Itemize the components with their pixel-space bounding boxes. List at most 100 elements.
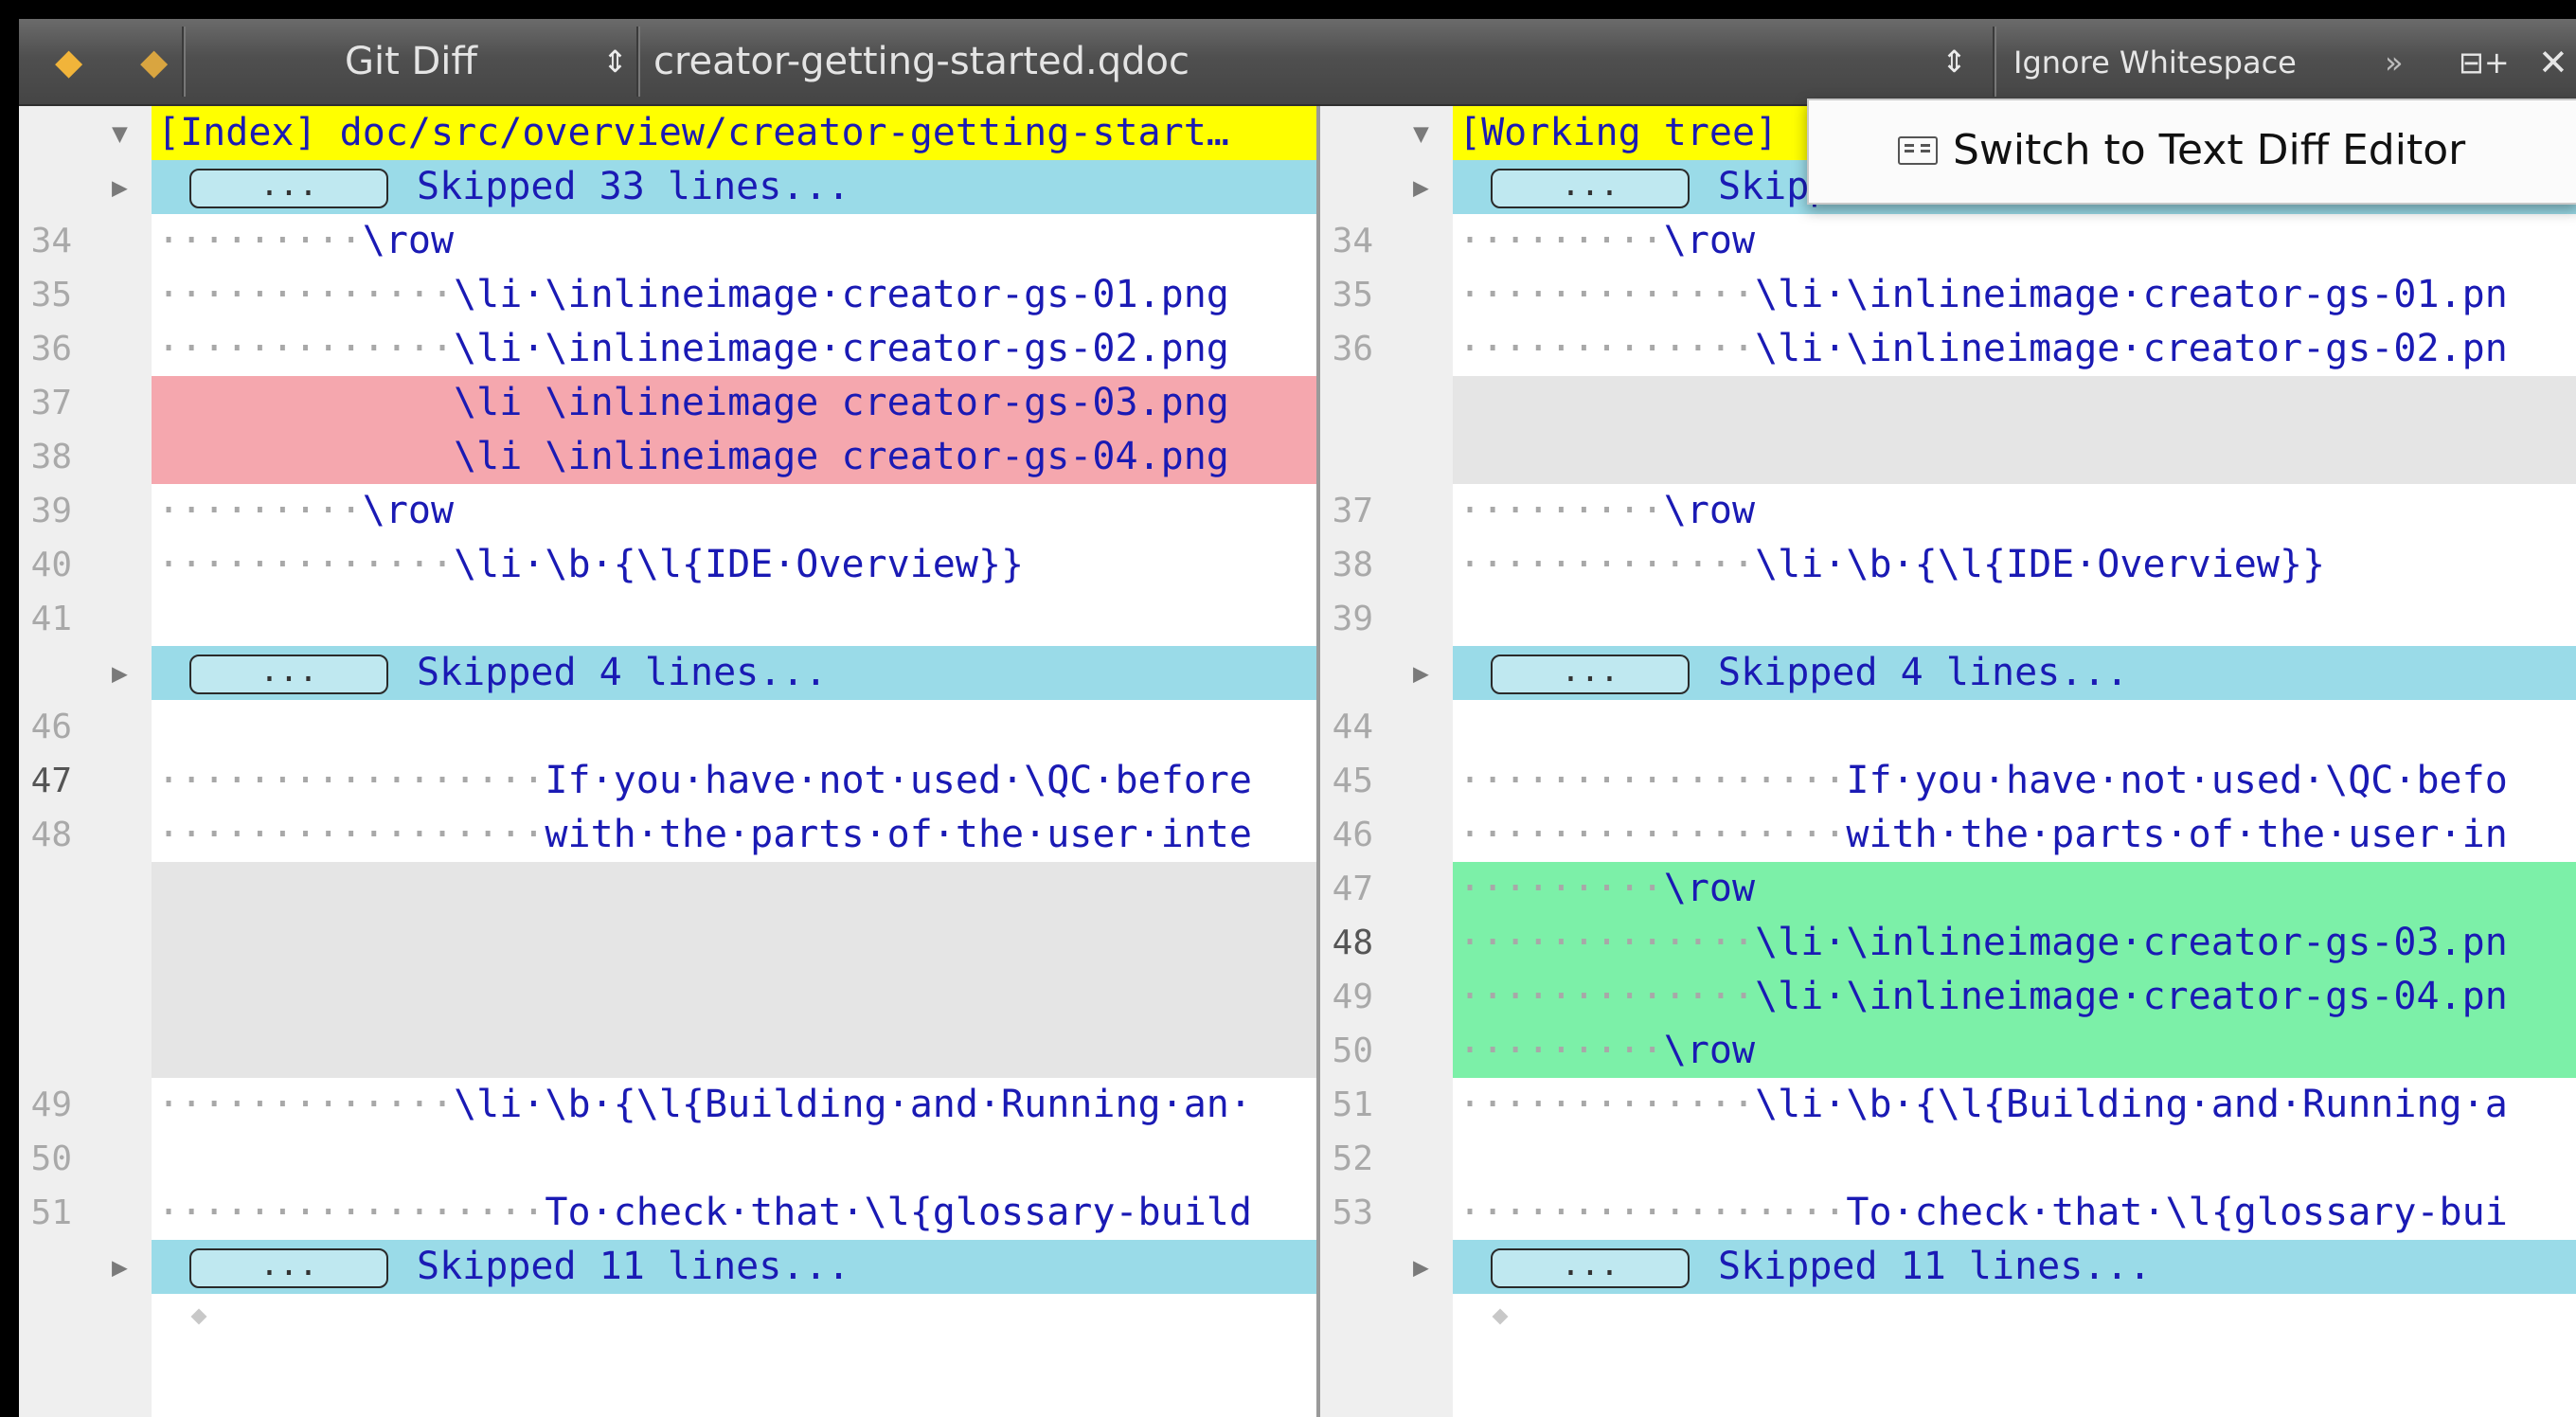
toolbar-right-group: Ignore Whitespace » ⊟+ ✕: [1970, 19, 2576, 104]
code-text: \li·\inlineimage·creator-gs-04.pn: [1755, 975, 2508, 1018]
line-content: ·················To·check·that·\l{glossa…: [152, 1186, 1316, 1240]
whitespace-indicator: ·············: [157, 327, 455, 370]
whitespace-indicator: ·················: [157, 813, 546, 856]
diff-line: 34 ·········\row: [1320, 214, 2576, 268]
expand-skipped-button[interactable]: ...: [1491, 655, 1690, 694]
code-text: If·you·have·not·used·\QC·befo: [1846, 759, 2508, 802]
switch-to-text-diff-editor[interactable]: Switch to Text Diff Editor: [1953, 127, 2465, 174]
line-number: 46: [30, 708, 72, 746]
file-selector[interactable]: creator-getting-started.qdoc ⇕: [636, 19, 1989, 104]
fold-closed-icon[interactable]: ▶: [112, 646, 128, 700]
right-diff-pane[interactable]: ▼[Working tree]▶...Skipped 33 lines...34…: [1320, 106, 2576, 1417]
diff-line: 37 \li \inlineimage creator-gs-03.png: [19, 376, 1316, 430]
expand-skipped-button[interactable]: ...: [1491, 1248, 1690, 1288]
ignore-whitespace-toggle[interactable]: Ignore Whitespace: [2013, 44, 2297, 81]
line-content: [Index] doc/src/overview/creator-getting…: [152, 106, 1316, 160]
expand-skipped-button[interactable]: ...: [189, 1248, 388, 1288]
code-text: \li·\inlineimage·creator-gs-01.png: [454, 273, 1229, 316]
expand-skipped-button[interactable]: ...: [1491, 169, 1690, 208]
line-content: ... Skipped 11 lines...: [1453, 1240, 2576, 1294]
expand-skipped-button[interactable]: ...: [189, 169, 388, 208]
diff-line: 50: [19, 1132, 1316, 1186]
split-add-icon[interactable]: ⊟+: [2459, 44, 2510, 81]
skipped-lines-row[interactable]: ▶... Skipped 4 lines...: [1320, 646, 2576, 700]
code-text: \li \inlineimage creator-gs-04.png: [454, 435, 1229, 478]
skipped-lines-label: Skipped 4 lines...: [1718, 651, 2129, 694]
fold-open-icon[interactable]: ▼: [112, 106, 128, 160]
text-diff-icon: [1898, 136, 1938, 165]
code-text: To·check·that·\l{glossary-bui: [1846, 1191, 2508, 1234]
whitespace-indicator: ·················: [1458, 813, 1847, 856]
line-number: 40: [30, 546, 72, 584]
diff-mode-selector[interactable]: Git Diff ⇕: [182, 19, 636, 104]
diff-line: 35 ·············\li·\inlineimage·creator-…: [1320, 268, 2576, 322]
skipped-lines-label: Skipped 33 lines...: [417, 165, 850, 208]
line-number: 45: [1332, 762, 1373, 800]
line-content: [152, 1132, 1316, 1186]
code-text: \li·\inlineimage·creator-gs-03.pn: [1755, 921, 2508, 964]
line-content: ·············\li·\inlineimage·creator-gs…: [1453, 970, 2576, 1024]
line-content: [152, 700, 1316, 754]
line-number: 38: [30, 438, 72, 476]
line-number: 46: [1332, 816, 1373, 854]
diff-line: 51 ·················To·check·that·\l{glos…: [19, 1186, 1316, 1240]
whitespace-indicator: [157, 435, 454, 478]
diff-line: 49 ·············\li·\inlineimage·creator-…: [1320, 970, 2576, 1024]
double-chevron-right-icon[interactable]: »: [2385, 44, 2404, 81]
line-number: 36: [30, 330, 72, 368]
fold-open-icon[interactable]: ▼: [1413, 106, 1429, 160]
code-text: \row: [362, 489, 455, 532]
diff-line: 35 ·············\li·\inlineimage·creator-…: [19, 268, 1316, 322]
line-number: 35: [30, 276, 72, 314]
fold-closed-icon[interactable]: ▶: [112, 160, 128, 214]
expand-skipped-button[interactable]: ...: [189, 655, 388, 694]
line-number: 50: [30, 1139, 72, 1178]
file-label: creator-getting-started.qdoc: [653, 40, 1190, 83]
whitespace-indicator: ·················: [157, 759, 546, 802]
skipped-lines-row[interactable]: ▶... Skipped 33 lines...: [19, 160, 1316, 214]
line-content: ·········\row: [152, 484, 1316, 538]
line-content: ·············\li·\b·{\l{IDE·Overview}}: [1453, 538, 2576, 592]
whitespace-indicator: ·············: [157, 1083, 455, 1126]
close-icon[interactable]: ✕: [2538, 44, 2568, 81]
whitespace-indicator: ·············: [1458, 1083, 1756, 1126]
diff-line: 50 ·········\row: [1320, 1024, 2576, 1078]
line-content: [1453, 700, 2576, 754]
whitespace-indicator: ·············: [1458, 327, 1756, 370]
diff-editor-window: ◆ ◆ Git Diff ⇕ creator-getting-started.q…: [19, 19, 2576, 1417]
code-text: \li·\b·{\l{Building·and·Running·an·: [454, 1083, 1252, 1126]
whitespace-indicator: [157, 381, 454, 424]
whitespace-indicator: ·········: [157, 219, 363, 262]
line-content: [152, 970, 1316, 1024]
skipped-lines-row[interactable]: ▶ ... Skipped 11 lines...: [1320, 1240, 2576, 1294]
skipped-lines-label: Skipped 4 lines...: [417, 651, 828, 694]
line-content: \li \inlineimage creator-gs-03.png: [152, 376, 1316, 430]
line-content: ·················with·the·parts·of·the·u…: [152, 808, 1316, 862]
diff-line: 48 ·············\li·\inlineimage·creator-…: [1320, 916, 2576, 970]
whitespace-indicator: ·············: [1458, 273, 1756, 316]
whitespace-indicator: ·················: [1458, 1191, 1847, 1234]
line-number: 39: [1332, 600, 1373, 638]
arrow-left-icon[interactable]: ◆: [55, 40, 82, 83]
fold-closed-icon[interactable]: ▶: [1413, 646, 1429, 700]
fold-closed-icon[interactable]: ▶: [1413, 160, 1429, 214]
fold-closed-icon[interactable]: ▶: [112, 1240, 128, 1294]
line-content: [1453, 430, 2576, 484]
line-content: ·············\li·\b·{\l{IDE·Overview}}: [152, 538, 1316, 592]
line-content: ... Skipped 11 lines...: [152, 1240, 1316, 1294]
diff-line: 39: [1320, 592, 2576, 646]
arrow-right-icon[interactable]: ◆: [140, 40, 168, 83]
diff-line: 52: [1320, 1132, 2576, 1186]
left-diff-pane[interactable]: ▼ [Index] doc/src/overview/creator-gettin…: [19, 106, 1316, 1417]
whitespace-indicator: ·········: [1458, 489, 1664, 532]
skipped-lines-row[interactable]: ▶... Skipped 4 lines...: [19, 646, 1316, 700]
line-content: ·············\li·\inlineimage·creator-gs…: [152, 268, 1316, 322]
diff-line: 45 ·················If·you·have·not·used·…: [1320, 754, 2576, 808]
line-number: 34: [30, 222, 72, 260]
line-content: ·············\li·\b·{\l{Building·and·Run…: [1453, 1078, 2576, 1132]
line-number: 48: [30, 816, 72, 854]
skipped-lines-row[interactable]: ▶ ... Skipped 11 lines...: [19, 1240, 1316, 1294]
whitespace-indicator: ·············: [1458, 543, 1756, 586]
whitespace-indicator: ·················: [157, 1191, 546, 1234]
fold-closed-icon[interactable]: ▶: [1413, 1240, 1429, 1294]
